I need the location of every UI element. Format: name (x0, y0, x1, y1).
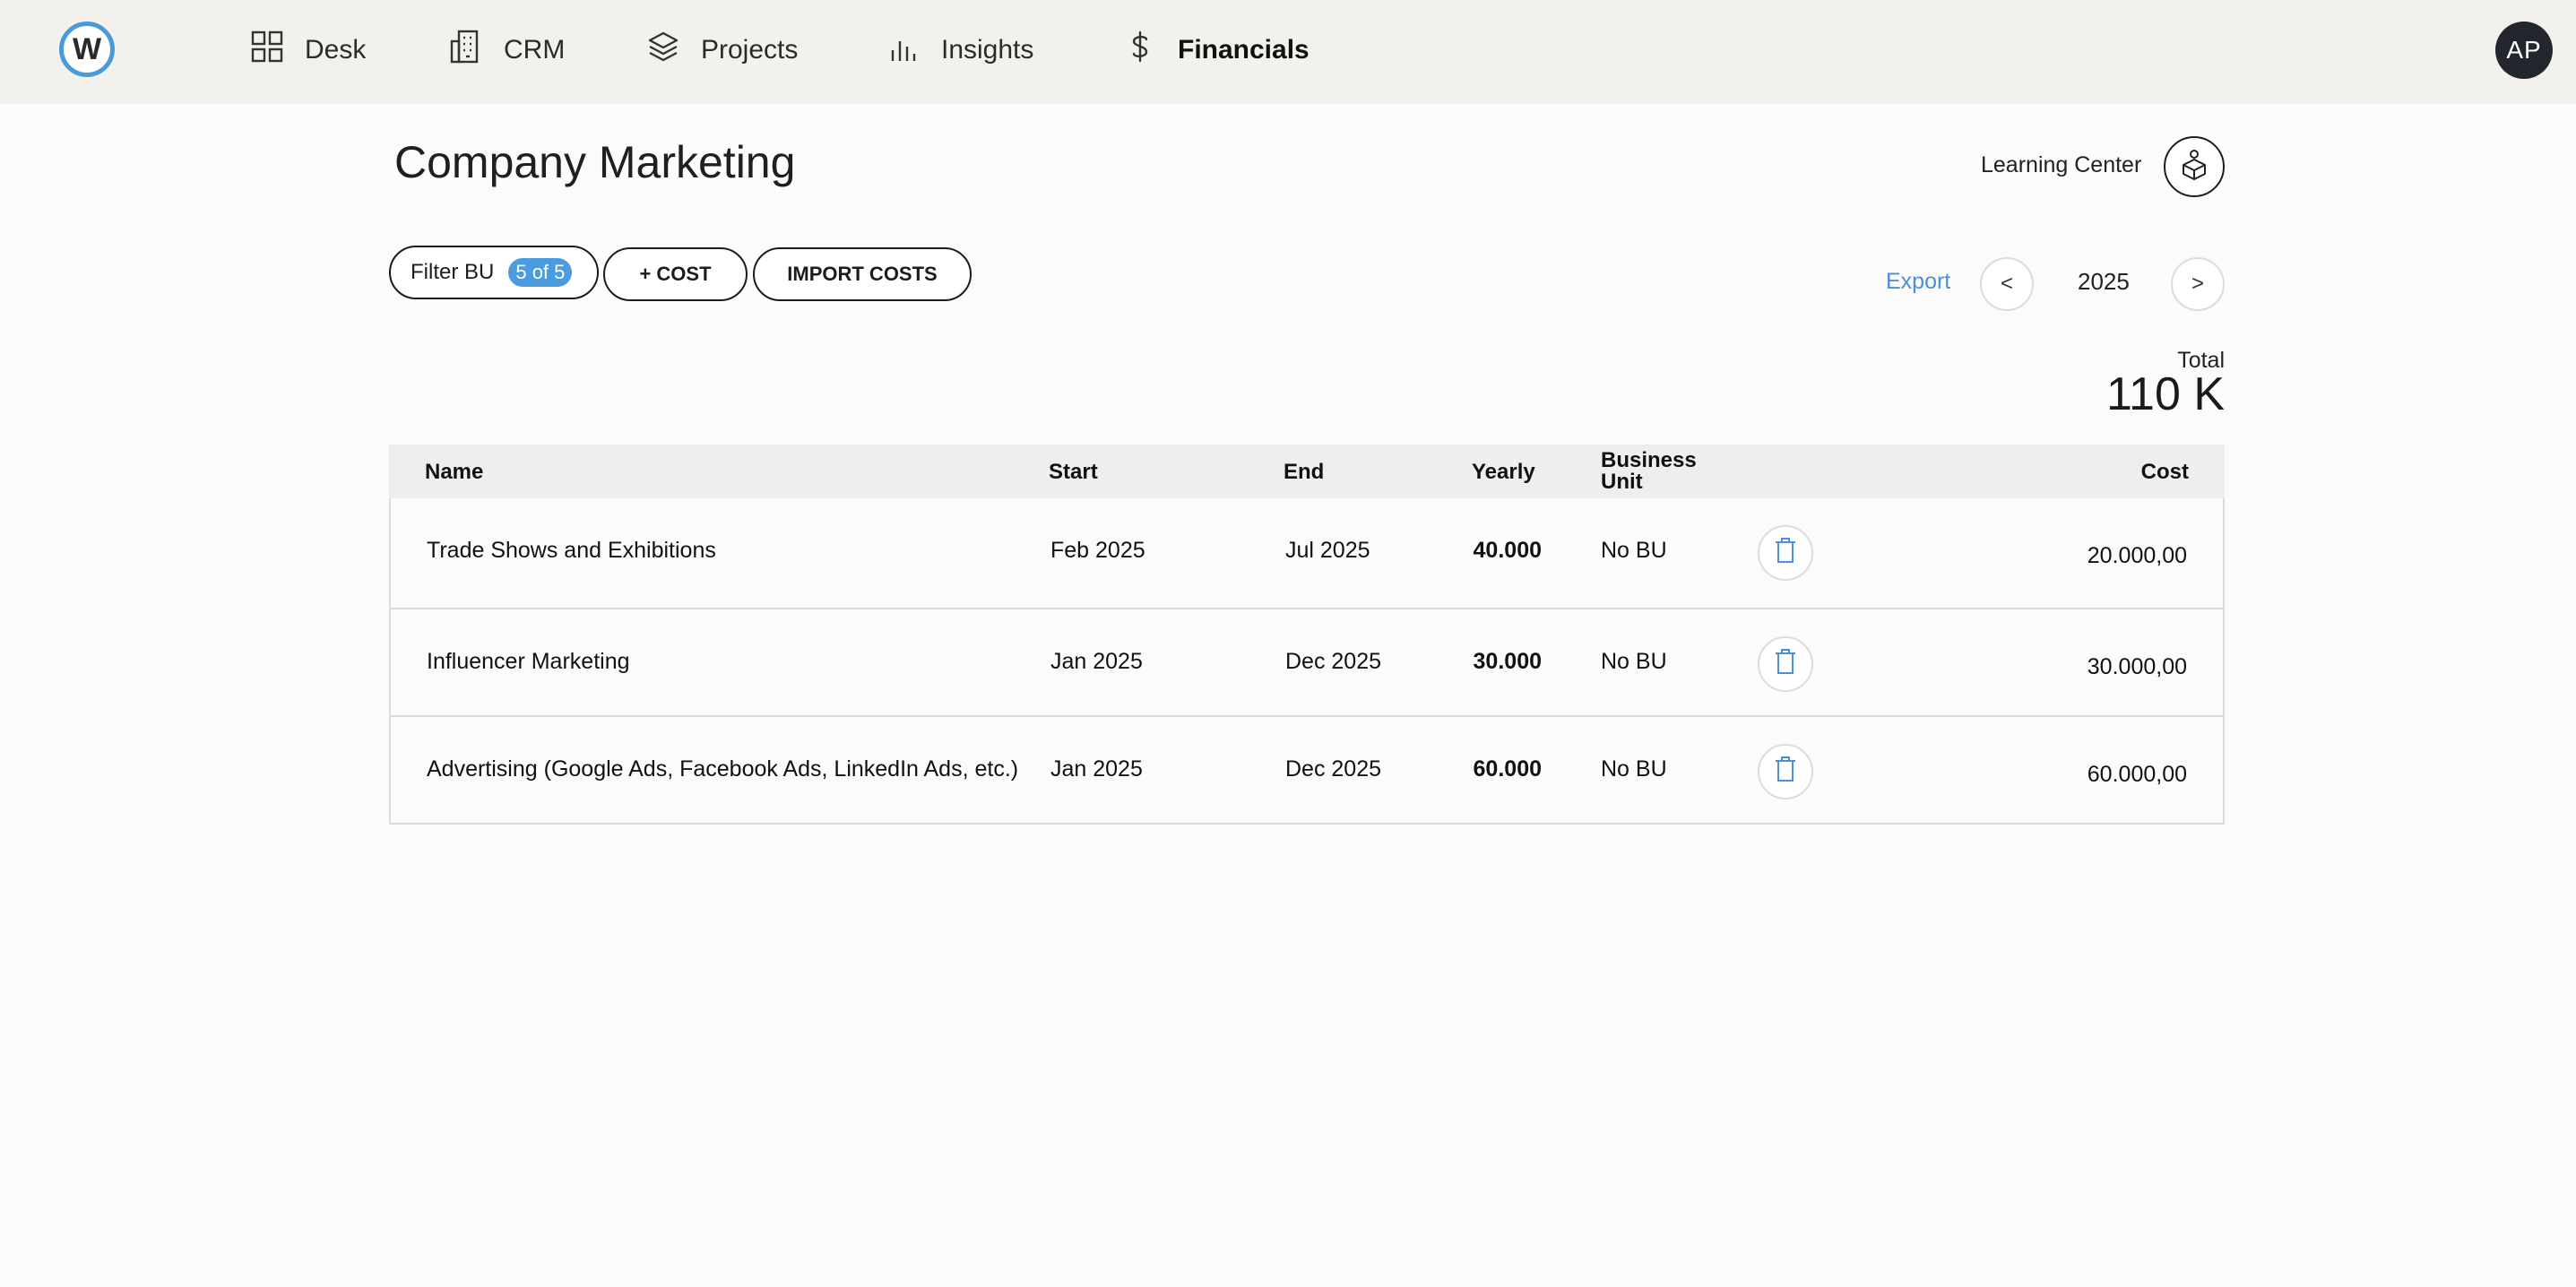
export-link[interactable]: Export (1886, 269, 1950, 295)
cell-end: Jul 2025 (1285, 538, 1370, 563)
delete-row-button[interactable] (1758, 744, 1813, 799)
cell-start: Feb 2025 (1050, 538, 1145, 563)
grid-icon (249, 29, 285, 72)
delete-row-button[interactable] (1758, 525, 1813, 581)
delete-row-button[interactable] (1758, 636, 1813, 692)
next-year-button[interactable]: > (2171, 257, 2225, 311)
column-header-business-unit[interactable]: Business Unit (1601, 450, 1697, 493)
layers-icon (645, 29, 681, 72)
nav-item-label: CRM (504, 35, 566, 65)
learning-center-label: Learning Center (1981, 152, 2142, 177)
column-header-end[interactable]: End (1284, 460, 1324, 485)
cell-yearly: 60.000 (1473, 756, 1542, 782)
cell-start: Jan 2025 (1050, 649, 1143, 674)
cell-yearly: 40.000 (1473, 538, 1542, 563)
import-costs-button[interactable]: IMPORT COSTS (753, 247, 972, 301)
nav-item-label: Insights (941, 35, 1034, 65)
table-header: Name Start End Yearly Business Unit Cost (389, 445, 2225, 498)
cell-business-unit: No BU (1601, 756, 1667, 782)
cell-business-unit: No BU (1601, 538, 1667, 563)
trash-icon (1774, 756, 1797, 789)
user-avatar[interactable]: AP (2495, 22, 2553, 79)
table-row[interactable]: Trade Shows and Exhibitions Feb 2025 Jul… (391, 498, 2223, 608)
nav-item-projects[interactable]: Projects (645, 27, 798, 73)
year-display: 2025 (2078, 268, 2130, 295)
learning-center-button[interactable] (2164, 136, 2225, 197)
page-title: Company Marketing (394, 137, 796, 187)
table-row[interactable]: Advertising (Google Ads, Facebook Ads, L… (391, 715, 2223, 823)
total-value: 110 K (2105, 368, 2225, 420)
filter-count-badge: 5 of 5 (508, 258, 573, 287)
cell-end: Dec 2025 (1285, 649, 1382, 674)
bar-chart-icon (886, 29, 921, 72)
nav-item-desk[interactable]: Desk (249, 27, 366, 73)
app-logo[interactable]: W (59, 22, 115, 77)
table-body: Trade Shows and Exhibitions Feb 2025 Jul… (389, 498, 2225, 825)
cell-name: Influencer Marketing (427, 649, 630, 674)
nav-item-financials[interactable]: Financials (1122, 27, 1310, 73)
nav-item-crm[interactable]: CRM (448, 27, 565, 73)
costs-table: Name Start End Yearly Business Unit Cost… (389, 445, 2225, 825)
nav-item-label: Projects (701, 35, 799, 65)
add-cost-button[interactable]: + COST (603, 247, 748, 301)
top-nav-bar: W Desk CRM Projects Insights Financials … (0, 0, 2576, 104)
nav-item-insights[interactable]: Insights (886, 27, 1033, 73)
filter-bu-button[interactable]: Filter BU 5 of 5 (389, 246, 599, 299)
cell-name: Trade Shows and Exhibitions (427, 538, 716, 563)
column-header-bu-line2: Unit (1601, 470, 1643, 494)
cell-cost: 30.000,00 (2087, 654, 2187, 679)
filter-bu-label: Filter BU (411, 260, 495, 284)
table-row[interactable]: Influencer Marketing Jan 2025 Dec 2025 3… (391, 608, 2223, 715)
cell-yearly: 30.000 (1473, 649, 1542, 674)
cell-business-unit: No BU (1601, 649, 1667, 674)
previous-year-button[interactable]: < (1980, 257, 2034, 311)
column-header-cost[interactable]: Cost (2141, 460, 2189, 485)
learning-center-icon (2176, 147, 2212, 187)
cell-start: Jan 2025 (1050, 756, 1143, 782)
cell-cost: 20.000,00 (2087, 543, 2187, 568)
column-header-start[interactable]: Start (1049, 460, 1098, 485)
cell-cost: 60.000,00 (2087, 762, 2187, 787)
trash-icon (1774, 537, 1797, 570)
trash-icon (1774, 648, 1797, 681)
cell-end: Dec 2025 (1285, 756, 1382, 782)
column-header-yearly[interactable]: Yearly (1472, 460, 1535, 485)
dollar-icon (1122, 29, 1158, 72)
column-header-name[interactable]: Name (425, 460, 483, 485)
nav-item-label: Financials (1178, 35, 1310, 65)
building-icon (448, 29, 484, 72)
column-header-bu-line1: Business (1601, 448, 1697, 472)
cell-name: Advertising (Google Ads, Facebook Ads, L… (427, 756, 1019, 782)
nav-item-label: Desk (305, 35, 367, 65)
